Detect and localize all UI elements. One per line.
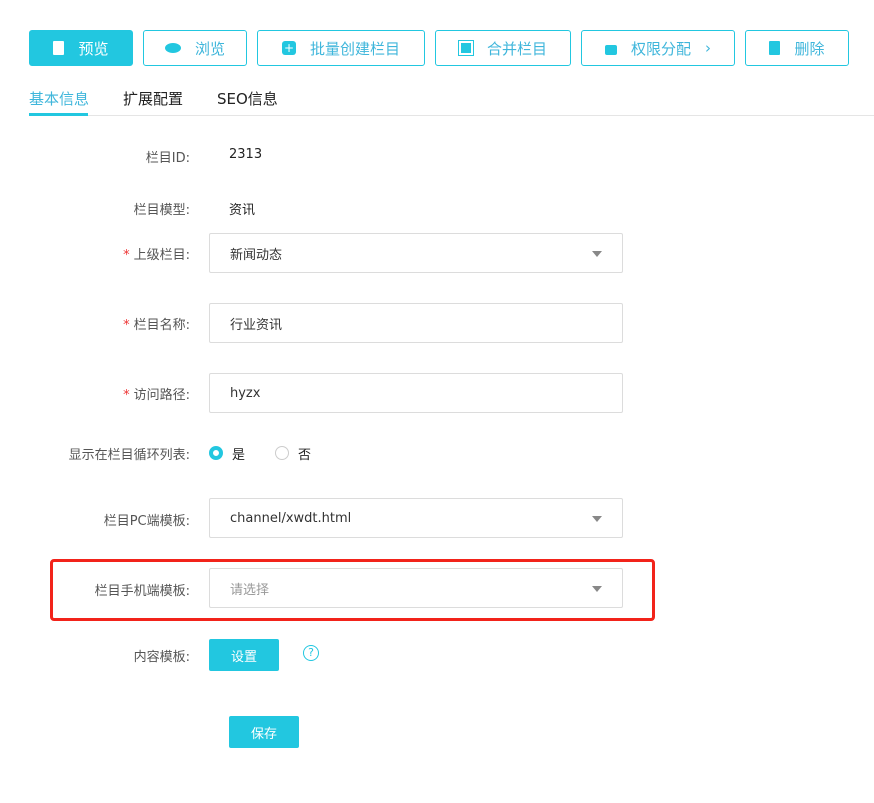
tab-seo-info[interactable]: SEO信息: [217, 88, 278, 109]
delete-button[interactable]: 删除: [745, 30, 849, 66]
delete-label: 删除: [794, 39, 825, 58]
chevron-right-icon: ›: [705, 39, 711, 57]
mobile-template-placeholder: 请选择: [230, 582, 270, 598]
dropdown-caret-icon: [592, 251, 602, 257]
preview-label: 预览: [78, 39, 109, 58]
model-value: 资讯: [229, 203, 256, 218]
pc-template-label: 栏目PC端模板:: [103, 514, 190, 529]
path-input[interactable]: hyzx: [209, 373, 623, 413]
path-value: hyzx: [230, 385, 261, 401]
preview-button[interactable]: 预览: [29, 30, 133, 66]
radio-yes-label[interactable]: 是: [232, 444, 245, 463]
trash-icon: [769, 41, 781, 55]
mobile-template-select[interactable]: 请选择: [209, 568, 623, 608]
radio-yes[interactable]: [209, 446, 223, 460]
content-template-label: 内容模板:: [133, 650, 190, 665]
radio-no-label[interactable]: 否: [298, 444, 311, 463]
required-mark: *: [123, 318, 130, 333]
show-in-list-label: 显示在栏目循环列表:: [68, 448, 190, 463]
parent-value: 新闻动态: [230, 247, 283, 263]
file-search-icon: [53, 41, 65, 55]
merge-icon: [457, 40, 474, 56]
model-label: 栏目模型:: [133, 203, 190, 218]
pc-template-select[interactable]: channel/xwdt.html: [209, 498, 623, 538]
permissions-label: 权限分配: [630, 39, 691, 58]
batch-create-label: 批量创建栏目: [309, 39, 400, 58]
required-mark: *: [123, 248, 130, 263]
merge-label: 合并栏目: [486, 39, 547, 58]
active-tab-indicator: [29, 113, 88, 116]
pc-template-value: channel/xwdt.html: [230, 510, 352, 526]
add-box-icon: +: [281, 41, 296, 55]
dropdown-caret-icon: [592, 586, 602, 592]
name-value: 行业资讯: [230, 317, 283, 333]
name-label-text: 栏目名称:: [133, 318, 190, 333]
merge-button[interactable]: 合并栏目: [435, 30, 571, 66]
tab-divider: [29, 115, 874, 116]
batch-create-button[interactable]: + 批量创建栏目: [257, 30, 425, 66]
parent-label-text: 上级栏目:: [133, 248, 190, 263]
tab-basic-info[interactable]: 基本信息: [29, 88, 89, 109]
browse-label: 浏览: [194, 39, 225, 58]
parent-select[interactable]: 新闻动态: [209, 233, 623, 273]
name-label: * 栏目名称:: [123, 314, 190, 333]
save-button[interactable]: 保存: [229, 716, 299, 748]
lock-icon: [604, 45, 617, 55]
content-template-set-button[interactable]: 设置: [209, 639, 279, 671]
parent-label: * 上级栏目:: [123, 244, 190, 263]
name-input[interactable]: 行业资讯: [209, 303, 623, 343]
browse-button[interactable]: 浏览: [143, 30, 247, 66]
help-icon[interactable]: ?: [303, 645, 319, 661]
id-label: 栏目ID:: [145, 151, 190, 166]
mobile-template-label: 栏目手机端模板:: [94, 584, 190, 599]
tab-extended-config[interactable]: 扩展配置: [123, 88, 183, 109]
required-mark: *: [123, 388, 130, 403]
path-label-text: 访问路径:: [133, 388, 190, 403]
id-value: 2313: [229, 147, 263, 162]
permissions-button[interactable]: 权限分配 ›: [581, 30, 735, 66]
path-label: * 访问路径:: [123, 384, 190, 403]
eye-icon: [164, 43, 181, 53]
dropdown-caret-icon: [592, 516, 602, 522]
radio-no[interactable]: [275, 446, 289, 460]
